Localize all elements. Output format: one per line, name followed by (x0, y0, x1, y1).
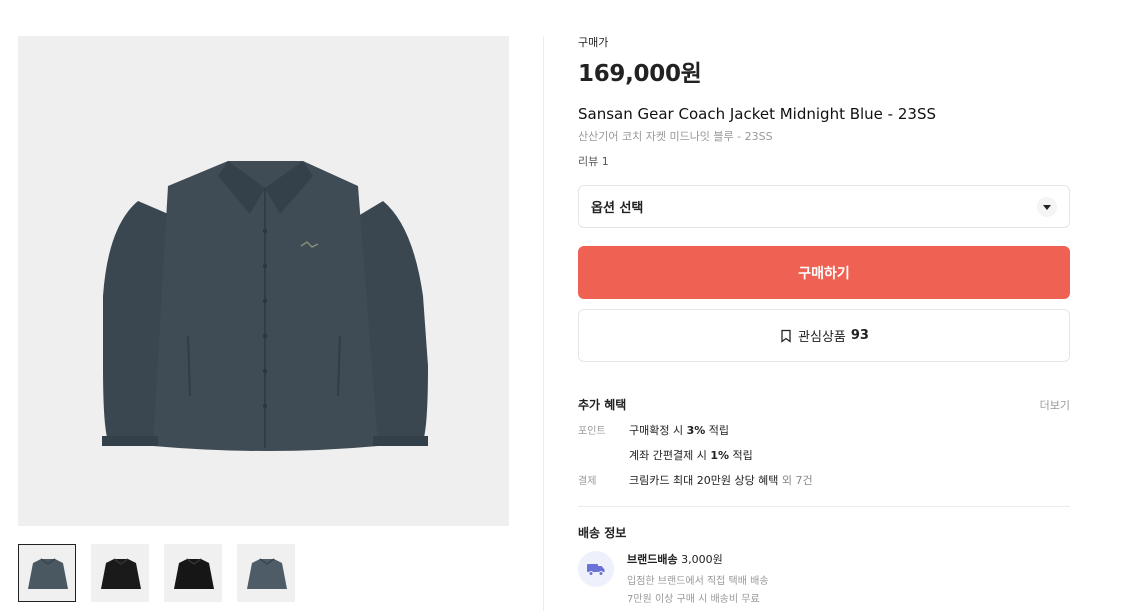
product-gallery (18, 36, 509, 602)
price: 169,000원 (578, 61, 702, 87)
option-select[interactable]: 옵션 선택 (578, 185, 1070, 228)
thumbnail-2[interactable] (91, 544, 149, 602)
benefits-section: 추가 혜택 더보기 포인트 구매확정 시 3% 적립 계좌 간편결제 시 1% … (578, 396, 1070, 488)
price-label: 구매가 (578, 36, 609, 49)
jacket-thumbnail-image (247, 558, 287, 589)
product-info: 구매가 169,000원 Sansan Gear Coach Jacket Mi… (578, 34, 1070, 611)
shipping-line1: 입점한 브랜드에서 직접 택배 배송 (627, 576, 769, 587)
benefit-row-point: 포인트 구매확정 시 3% 적립 (578, 422, 1070, 438)
shipping-option: 브랜드배송 3,000원 입점한 브랜드에서 직접 택배 배송 7만원 이상 구… (578, 551, 1070, 605)
benefit-payment-line: 크림카드 최대 20만원 상당 혜택 외 7건 (629, 474, 813, 487)
column-divider (543, 36, 544, 611)
buy-button[interactable]: 구매하기 (578, 246, 1070, 299)
thumbnail-4[interactable] (237, 544, 295, 602)
main-product-image[interactable] (18, 36, 509, 526)
wishlist-button[interactable]: 관심상품 93 (578, 309, 1070, 362)
benefits-more-link[interactable]: 더보기 (1040, 397, 1070, 413)
shipping-section: 배송 정보 브랜드배송 3,000원 입점한 브랜드에서 직접 택배 배송 7만… (578, 524, 1070, 605)
wishlist-label: 관심상품 (798, 330, 846, 345)
benefit-row-payment: 결제 크림카드 최대 20만원 상당 혜택 외 7건 (578, 472, 1070, 488)
benefit-point-line2: 계좌 간편결제 시 1% 적립 (629, 449, 753, 462)
thumbnail-1[interactable] (18, 544, 76, 602)
benefits-title: 추가 혜택 (578, 398, 627, 412)
truck-icon (578, 551, 614, 587)
benefit-row-point-2: 계좌 간편결제 시 1% 적립 (578, 447, 1070, 463)
section-divider (578, 506, 1070, 507)
review-count-link[interactable]: 리뷰 1 (578, 153, 1070, 169)
shipping-title: 배송 정보 (578, 526, 627, 540)
jacket-image (102, 161, 428, 451)
thumbnail-3[interactable] (164, 544, 222, 602)
jacket-thumbnail-image (101, 558, 141, 589)
jacket-thumbnail-image (174, 558, 214, 589)
product-name-ko: 산산기어 코치 자켓 미드나잇 블루 - 23SS (578, 130, 773, 143)
wishlist-count: 93 (850, 328, 869, 343)
option-select-label: 옵션 선택 (591, 201, 644, 216)
benefit-key-point: 포인트 (578, 426, 606, 437)
shipping-method: 브랜드배송 3,000원 (627, 553, 723, 566)
bookmark-icon (781, 329, 791, 343)
benefit-point-line1: 구매확정 시 3% 적립 (629, 424, 730, 437)
product-name-en: Sansan Gear Coach Jacket Midnight Blue -… (578, 105, 936, 123)
shipping-line2: 7만원 이상 구매 시 배송비 무료 (627, 594, 760, 605)
thumbnail-list (18, 544, 509, 602)
jacket-thumbnail-image (28, 558, 68, 589)
benefit-key-payment: 결제 (578, 476, 597, 487)
chevron-down-icon (1037, 196, 1057, 217)
